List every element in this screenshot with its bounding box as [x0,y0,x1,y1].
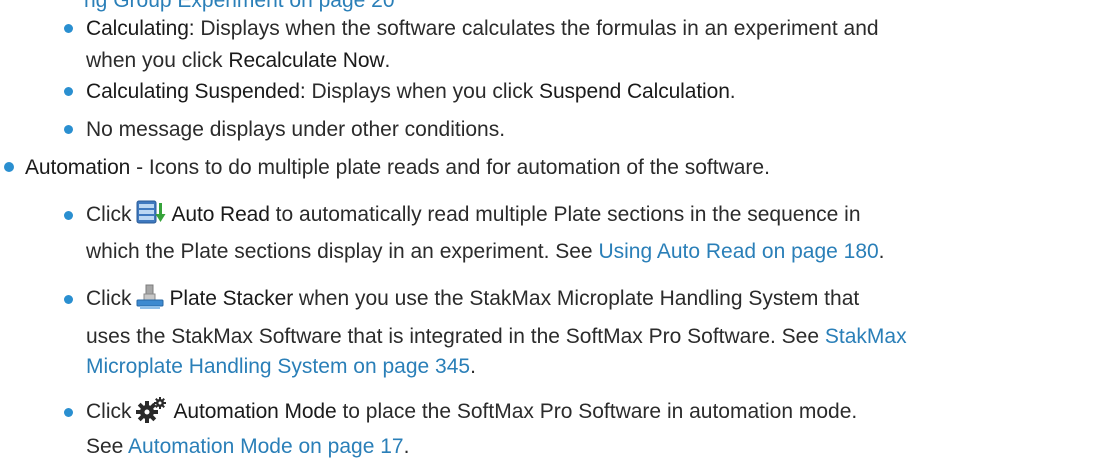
plate-stacker-icon[interactable] [136,284,164,318]
automation-mode-line-1: Click Automation Mode to place the SoftM… [86,397,857,431]
suspended-label: Calculating Suspended: [86,80,306,103]
automation-mode-text-2: See [86,435,129,458]
calculating-line-2: when you click Recalculate Now. [86,46,390,75]
calculating-label: Calculating: [86,17,195,40]
automation-label: Automation [25,156,131,179]
stakmax-link-part-1[interactable]: StakMax [825,325,907,348]
bullet-auto-read [64,211,73,220]
bullet-suspended [64,87,73,96]
top-link-line: ng Group Experiment on page 20 [84,0,395,15]
automation-line: Automation - Icons to do multiple plate … [25,153,770,182]
calculating-text-2b: . [384,49,391,72]
using-auto-read-link[interactable]: Using Auto Read on page 180 [598,240,878,263]
plate-stacker-line-2: uses the StakMax Software that is integr… [86,322,907,351]
automation-mode-gears-icon[interactable] [135,397,168,431]
recalculate-now-label: Recalculate Now [228,49,385,72]
automation-mode-label: Automation Mode [173,400,337,423]
suspend-calculation-label: Suspend Calculation [539,80,730,103]
help-document-page: ng Group Experiment on page 20 Calculati… [0,0,1096,472]
auto-read-text-2: which the Plate sections display in an e… [86,240,599,263]
plate-stacker-text-2: uses the StakMax Software that is integr… [86,325,825,348]
auto-read-line-2: which the Plate sections display in an e… [86,237,885,266]
no-message-line: No message displays under other conditio… [86,115,505,144]
automation-mode-end: . [403,435,410,458]
auto-read-icon[interactable] [136,200,166,234]
auto-read-label: Auto Read [171,203,270,226]
plate-stacker-label: Plate Stacker [169,287,294,310]
bullet-no-message [64,125,73,134]
bullet-automation-mode [64,408,73,417]
suspended-text-a: Displays when you click [305,80,540,103]
suspended-line: Calculating Suspended: Displays when you… [86,77,736,106]
plate-stacker-click: Click [86,287,132,310]
automation-mode-text-1: to place the SoftMax Pro Software in aut… [336,400,858,423]
calculating-line-1: Calculating: Displays when the software … [86,14,879,43]
automation-mode-click: Click [86,400,132,423]
plate-stacker-text-1: when you use the StakMax Microplate Hand… [293,287,860,310]
calculating-text-2a: when you click [86,49,229,72]
automation-mode-link[interactable]: Automation Mode on page 17 [128,435,404,458]
top-partial-link[interactable]: ng Group Experiment on page 20 [84,0,395,12]
plate-stacker-line-1: Click Plate Stacker when you use the Sta… [86,284,859,318]
suspended-text-b: . [729,80,736,103]
bullet-calculating [64,24,73,33]
auto-read-text-1: to automatically read multiple Plate sec… [269,203,861,226]
calculating-text-1: Displays when the software calculates th… [194,17,879,40]
plate-stacker-end: . [470,355,476,378]
stakmax-link-part-2[interactable]: Microplate Handling System on page 345 [86,355,470,378]
auto-read-end: . [878,240,885,263]
bullet-automation [4,162,14,172]
auto-read-click: Click [86,203,132,226]
no-message-text: No message displays under other conditio… [86,118,506,141]
bullet-plate-stacker [64,295,73,304]
automation-mode-line-2: See Automation Mode on page 17. [86,432,409,461]
automation-text: - Icons to do multiple plate reads and f… [130,156,770,179]
plate-stacker-line-3: Microplate Handling System on page 345. [86,352,476,381]
auto-read-line-1: Click Auto Read to automatically read mu… [86,200,861,234]
